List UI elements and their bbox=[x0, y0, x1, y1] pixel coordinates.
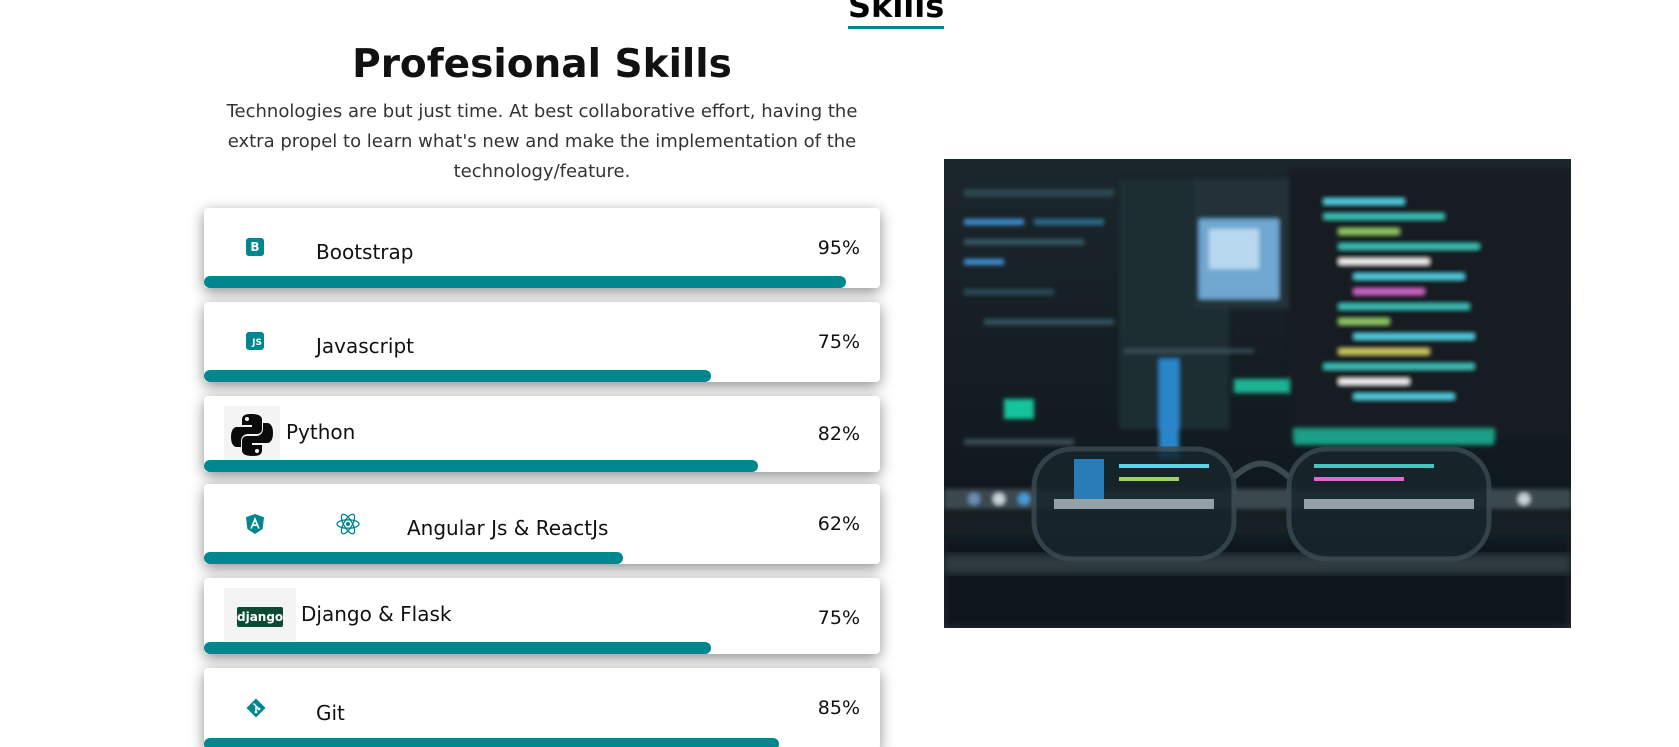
django-logo-icon: django bbox=[224, 588, 296, 644]
skills-page: Skills Profesional Skills Technologies a… bbox=[0, 0, 1679, 747]
skill-progress-bar bbox=[204, 460, 759, 472]
coding-screen-photo bbox=[944, 159, 1571, 628]
skill-percent: 75% bbox=[817, 607, 860, 629]
skill-percent: 75% bbox=[817, 331, 860, 353]
skill-card-javascript: JS Javascript 75% bbox=[204, 302, 880, 382]
skill-name: Git bbox=[316, 701, 345, 725]
skill-card-django-flask: django Django & Flask 75% bbox=[204, 578, 880, 654]
skill-progress-bar bbox=[204, 552, 624, 564]
skill-name: Javascript bbox=[316, 334, 414, 358]
skill-percent: 85% bbox=[817, 697, 860, 719]
skill-card-bootstrap: B Bootstrap 95% bbox=[204, 208, 880, 288]
skill-name: Django & Flask bbox=[301, 602, 452, 626]
python-logo-icon bbox=[224, 406, 280, 462]
skill-progress-bar bbox=[204, 370, 711, 382]
django-logo-text: django bbox=[237, 607, 283, 627]
skill-name: Python bbox=[286, 420, 356, 444]
skill-progress-bar bbox=[204, 276, 847, 288]
skill-card-python: Python 82% bbox=[204, 396, 880, 472]
skill-name: Angular Js & ReactJs bbox=[407, 516, 609, 540]
professional-skills-title: Profesional Skills bbox=[352, 42, 732, 87]
skill-percent: 95% bbox=[817, 237, 860, 259]
skill-name: Bootstrap bbox=[316, 240, 414, 264]
professional-skills-intro: Technologies are but just time. At best … bbox=[226, 101, 858, 182]
skill-percent: 62% bbox=[817, 513, 860, 535]
javascript-icon: JS bbox=[246, 332, 264, 350]
angular-icon bbox=[246, 514, 264, 534]
skill-card-git: Git 85% bbox=[204, 668, 880, 747]
skill-progress-bar bbox=[204, 738, 779, 747]
skill-progress-bar bbox=[204, 642, 711, 654]
git-icon bbox=[246, 698, 266, 718]
bootstrap-icon: B bbox=[246, 238, 264, 256]
react-icon bbox=[336, 512, 360, 536]
section-title: Skills bbox=[848, 0, 945, 29]
skill-card-angular-react: Angular Js & ReactJs 62% bbox=[204, 484, 880, 564]
skill-percent: 82% bbox=[817, 423, 860, 445]
